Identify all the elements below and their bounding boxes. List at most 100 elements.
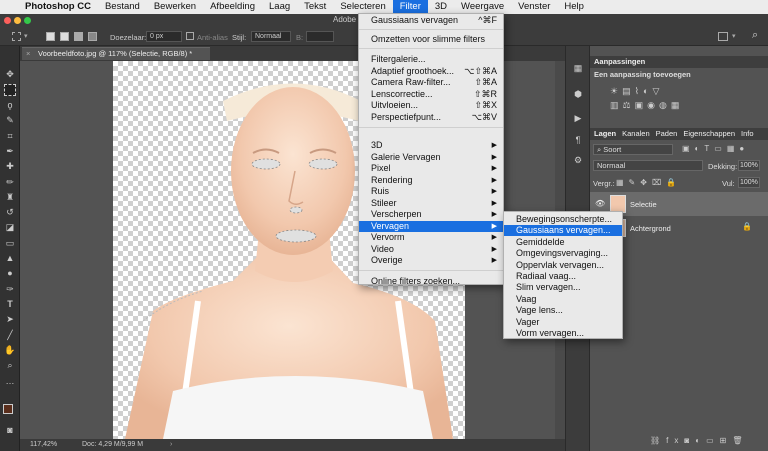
- vervagen-submenu-item[interactable]: Gemiddelde: [504, 237, 622, 248]
- minimize-window-icon[interactable]: [14, 17, 21, 24]
- adjustments-panel-title[interactable]: Aanpassingen: [590, 56, 768, 68]
- curves-icon[interactable]: ⌇: [635, 86, 643, 96]
- adjustment-layer-icon[interactable]: ◐: [695, 436, 706, 445]
- chevron-down-icon[interactable]: ▾: [24, 32, 28, 40]
- menu-help[interactable]: Help: [557, 0, 591, 14]
- bw-icon[interactable]: ▣: [635, 100, 648, 110]
- lookup-icon[interactable]: ▦: [671, 100, 684, 110]
- vervagen-submenu-item[interactable]: Gaussiaans vervagen...: [504, 225, 622, 237]
- clone-stamp-tool-icon[interactable]: ♜: [4, 191, 16, 203]
- vervagen-submenu-item[interactable]: Vaag: [504, 294, 622, 305]
- filter-menu-item[interactable]: 3D ▶: [359, 140, 503, 151]
- filter-menu-item[interactable]: Vervorm ▶: [359, 232, 503, 243]
- filter-menu-item[interactable]: Lenscorrectie... ⇧⌘R: [359, 89, 503, 100]
- gradient-tool-icon[interactable]: ▭: [4, 237, 16, 249]
- menu-venster[interactable]: Venster: [511, 0, 557, 14]
- photo-filter-icon[interactable]: ◉: [647, 100, 659, 110]
- dodge-tool-icon[interactable]: ●: [4, 267, 16, 279]
- healing-brush-tool-icon[interactable]: ✚: [4, 160, 16, 172]
- paragraph-panel-icon[interactable]: ¶: [572, 134, 584, 146]
- menu-bewerken[interactable]: Bewerken: [147, 0, 203, 14]
- filter-menu-item[interactable]: Video ▶: [359, 244, 503, 255]
- close-window-icon[interactable]: [4, 17, 11, 24]
- crop-tool-icon[interactable]: ⌗: [4, 130, 16, 142]
- fx-icon[interactable]: fx: [666, 436, 684, 445]
- tab-kanalen[interactable]: Kanalen: [622, 128, 650, 140]
- mask-icon[interactable]: ◙: [684, 436, 695, 445]
- filter-menu-item[interactable]: Stileer ▶: [359, 198, 503, 209]
- visibility-eye-icon[interactable]: 👁: [595, 199, 605, 208]
- eyedropper-tool-icon[interactable]: ✒: [4, 145, 16, 157]
- zoom-level[interactable]: 117,42%: [30, 439, 57, 451]
- filter-menu-item[interactable]: Uitvloeien... ⇧⌘X: [359, 100, 503, 111]
- path-selection-tool-icon[interactable]: ➤: [4, 313, 16, 325]
- marquee-tool-icon[interactable]: [4, 84, 16, 96]
- filter-menu-item[interactable]: Galerie Vervagen ▶: [359, 152, 503, 163]
- channel-mixer-icon[interactable]: ◍: [659, 100, 671, 110]
- layer-kind-filter[interactable]: ⌕ Soort: [593, 144, 673, 155]
- filter-menu-item[interactable]: Online filters zoeken...: [359, 276, 503, 287]
- menu-laag[interactable]: Laag: [262, 0, 297, 14]
- lasso-tool-icon[interactable]: ϙ: [4, 99, 16, 111]
- adjustment-settings-icon[interactable]: ⚙: [572, 154, 584, 166]
- add-selection-icon[interactable]: [60, 32, 69, 41]
- history-brush-tool-icon[interactable]: ↺: [4, 206, 16, 218]
- vibrance-icon[interactable]: ▽: [652, 86, 663, 96]
- menu-selecteren[interactable]: Selecteren: [333, 0, 392, 14]
- filter-menu-item[interactable]: Verscherpen ▶: [359, 209, 503, 220]
- style-select[interactable]: Normaal: [251, 31, 291, 42]
- close-tab-icon[interactable]: ×: [26, 48, 30, 60]
- filter-menu-item[interactable]: Overige ▶: [359, 255, 503, 266]
- hand-tool-icon[interactable]: ✋: [4, 344, 16, 356]
- blend-mode-select[interactable]: Normaal: [593, 160, 703, 171]
- vervagen-submenu-item[interactable]: Vager: [504, 317, 622, 328]
- chevron-down-icon[interactable]: ▾: [732, 32, 736, 40]
- vervagen-submenu-item[interactable]: Radiaal vaag...: [504, 271, 622, 282]
- filter-menu-item[interactable]: Rendering ▶: [359, 175, 503, 186]
- zoom-tool-icon[interactable]: ⌕: [4, 359, 16, 371]
- 3d-panel-icon[interactable]: ⬢: [572, 88, 584, 100]
- eraser-tool-icon[interactable]: ◪: [4, 221, 16, 233]
- filter-menu-item[interactable]: Gaussiaans vervagen ^⌘F: [359, 15, 503, 26]
- marquee-tool-preset-icon[interactable]: [12, 32, 21, 41]
- new-selection-icon[interactable]: [46, 32, 55, 41]
- vervagen-submenu-item[interactable]: Omgevingsvervaging...: [504, 248, 622, 259]
- filter-menu-item[interactable]: Omzetten voor slimme filters: [359, 34, 503, 45]
- opacity-input[interactable]: 100%: [738, 160, 760, 171]
- trash-icon[interactable]: 🗑: [732, 436, 748, 445]
- levels-icon[interactable]: ▤: [622, 86, 635, 96]
- brush-tool-icon[interactable]: ✏: [4, 176, 16, 188]
- width-input[interactable]: [306, 31, 334, 42]
- filter-menu-item[interactable]: Filtergalerie...: [359, 54, 503, 65]
- line-tool-icon[interactable]: ╱: [4, 329, 16, 341]
- vervagen-submenu-item[interactable]: Bewegingsonscherpte...: [504, 214, 622, 225]
- link-layers-icon[interactable]: ⛓: [650, 436, 666, 445]
- menu-photoshop[interactable]: Photoshop CC: [18, 0, 98, 14]
- group-icon[interactable]: ▭: [706, 436, 720, 445]
- tab-eigenschappen[interactable]: Eigenschappen: [683, 128, 735, 140]
- filter-menu-item[interactable]: Pixel ▶: [359, 163, 503, 174]
- quick-mask-icon[interactable]: ◙: [4, 424, 16, 436]
- actions-panel-icon[interactable]: ▶: [572, 112, 584, 124]
- more-tools-icon[interactable]: …: [4, 375, 16, 387]
- document-tab[interactable]: × Voorbeeldfoto.jpg @ 117% (Selectie, RG…: [22, 47, 211, 60]
- filter-menu-item[interactable]: Vervagen ▶: [359, 221, 503, 232]
- menu-weergave[interactable]: Weergave: [454, 0, 511, 14]
- lock-icons[interactable]: ▦✎✥⌧🔒: [616, 178, 681, 187]
- blur-tool-icon[interactable]: ▲: [4, 252, 16, 264]
- tab-info[interactable]: Info: [741, 128, 754, 140]
- vervagen-submenu-item[interactable]: Vorm vervagen...: [504, 328, 622, 339]
- filter-menu-item[interactable]: Camera Raw-filter... ⇧⌘A: [359, 77, 503, 88]
- vervagen-submenu-item[interactable]: Vage lens...: [504, 305, 622, 316]
- type-tool-icon[interactable]: T: [4, 298, 16, 310]
- filter-menu-item[interactable]: Ruis ▶: [359, 186, 503, 197]
- menu-filter[interactable]: Filter: [392, 0, 428, 14]
- filter-menu-item[interactable]: Adaptief groothoek... ⌥⇧⌘A: [359, 66, 503, 77]
- intersect-selection-icon[interactable]: [88, 32, 97, 41]
- color-balance-icon[interactable]: ⚖: [623, 100, 635, 110]
- history-panel-icon[interactable]: ▦: [572, 62, 584, 74]
- subtract-selection-icon[interactable]: [74, 32, 83, 41]
- chevron-right-icon[interactable]: ›: [170, 439, 172, 451]
- apple-menu-icon[interactable]: [0, 0, 18, 14]
- menu-afbeelding[interactable]: Afbeelding: [203, 0, 262, 14]
